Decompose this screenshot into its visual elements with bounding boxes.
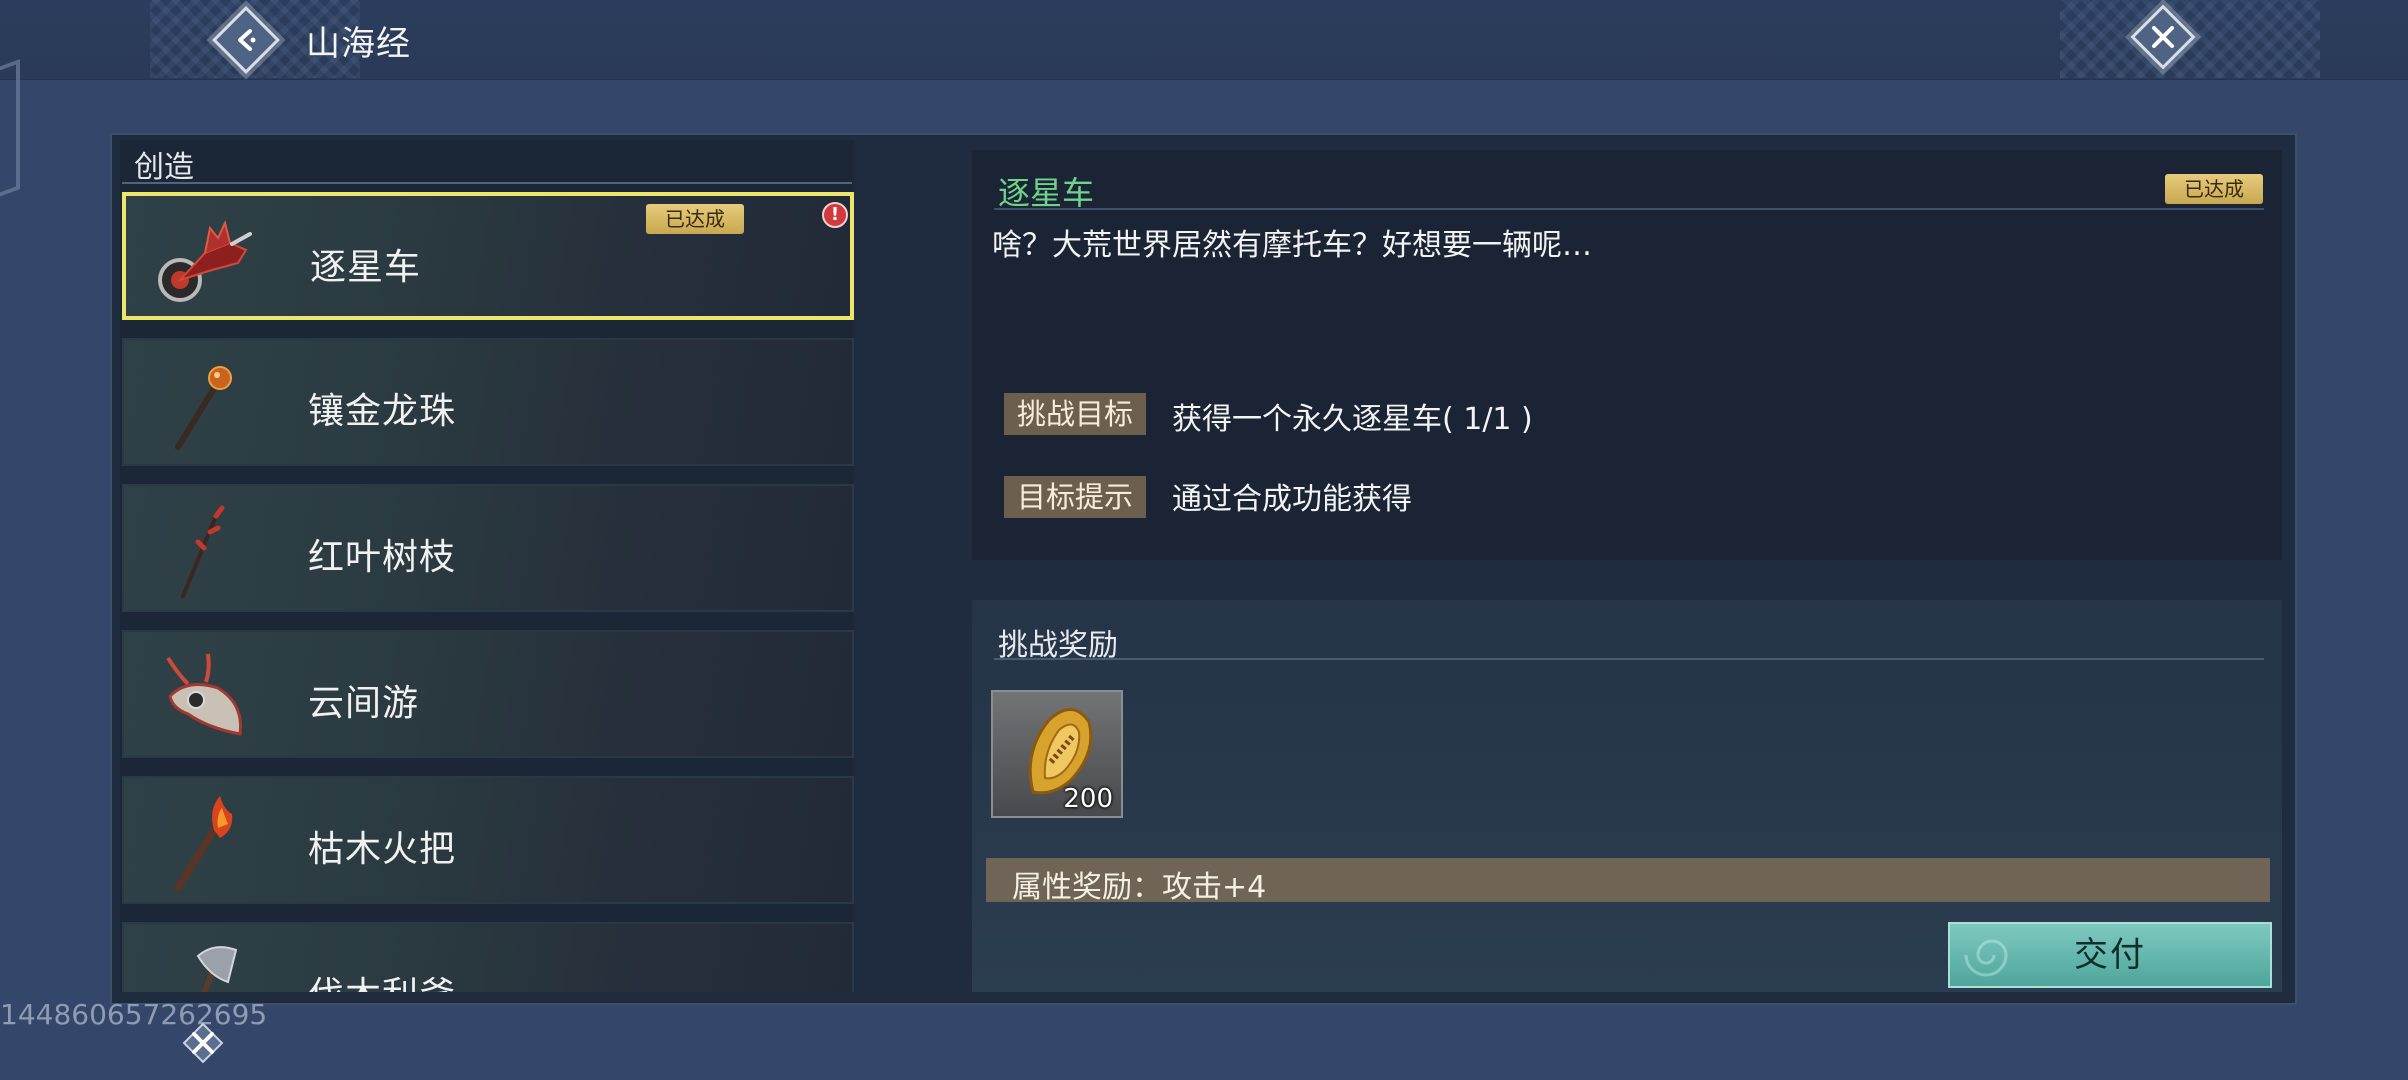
list-item-label: 红叶树枝 xyxy=(308,537,457,578)
goal-label: 挑战目标 xyxy=(1004,393,1146,435)
list-category-header: 创造 xyxy=(134,150,194,185)
edge-decoration xyxy=(0,59,20,211)
list-item-label: 枯木火把 xyxy=(308,829,457,870)
axe-icon xyxy=(196,946,238,992)
achieved-badge: 已达成 xyxy=(646,204,744,234)
reward-divider xyxy=(994,658,2264,660)
list-item-hongyeshuzhi[interactable]: 红叶树枝 xyxy=(122,484,854,612)
reward-item-slot[interactable]: 200 xyxy=(991,690,1123,818)
alert-icon: ! xyxy=(822,202,848,228)
list-item-kumuhuoba[interactable]: 枯木火把 xyxy=(122,776,854,904)
swirl-decoration-icon xyxy=(1964,939,2008,977)
detail-description: 啥？大荒世界居然有摩托车？好想要一辆呢… xyxy=(992,228,1592,263)
back-button[interactable] xyxy=(212,6,280,74)
list-item-label: 伐木利斧 xyxy=(308,966,456,992)
list-item-label: 云间游 xyxy=(308,683,420,724)
list-item-yunjianyou[interactable]: 云间游 xyxy=(122,630,854,758)
back-arrow-icon xyxy=(238,29,256,51)
red-leaf-branch-icon xyxy=(181,505,225,598)
list-item-label: 镶金龙珠 xyxy=(308,391,457,432)
list-divider xyxy=(122,182,852,184)
hint-label: 目标提示 xyxy=(1004,476,1146,518)
attribute-reward-text: 属性奖励：攻击+4 xyxy=(1012,870,1267,905)
torch-icon xyxy=(174,796,233,892)
list-item-label: 逐星车 xyxy=(310,247,422,288)
detail-divider xyxy=(994,208,2264,210)
dragon-pearl-staff-icon xyxy=(175,366,232,450)
close-small-icon[interactable] xyxy=(180,1020,226,1066)
motorcycle-icon xyxy=(158,220,252,302)
reward-count: 200 xyxy=(1063,784,1113,814)
hint-value: 通过合成功能获得 xyxy=(1172,482,1412,517)
page-title: 山海经 xyxy=(306,24,411,64)
goal-value: 获得一个永久逐星车( 1/1 ) xyxy=(1172,402,1533,437)
player-id: 144860657262695 xyxy=(0,998,268,1031)
close-icon xyxy=(2152,26,2174,49)
list-item-famulifu[interactable]: 伐木利斧 xyxy=(122,922,854,992)
achieved-badge: 已达成 xyxy=(2165,174,2263,204)
challenge-detail-panel xyxy=(972,150,2282,560)
cloud-drifter-icon xyxy=(166,653,243,736)
close-button[interactable] xyxy=(2128,2,2198,72)
list-item-zhuxingche[interactable]: 逐星车 已达成 ! xyxy=(122,192,854,320)
list-item-xiangjinlongzhu[interactable]: 镶金龙珠 xyxy=(122,338,854,466)
item-list[interactable]: 逐星车 已达成 ! 镶金龙珠 红叶树枝 云间游 枯木火把 xyxy=(120,192,854,992)
